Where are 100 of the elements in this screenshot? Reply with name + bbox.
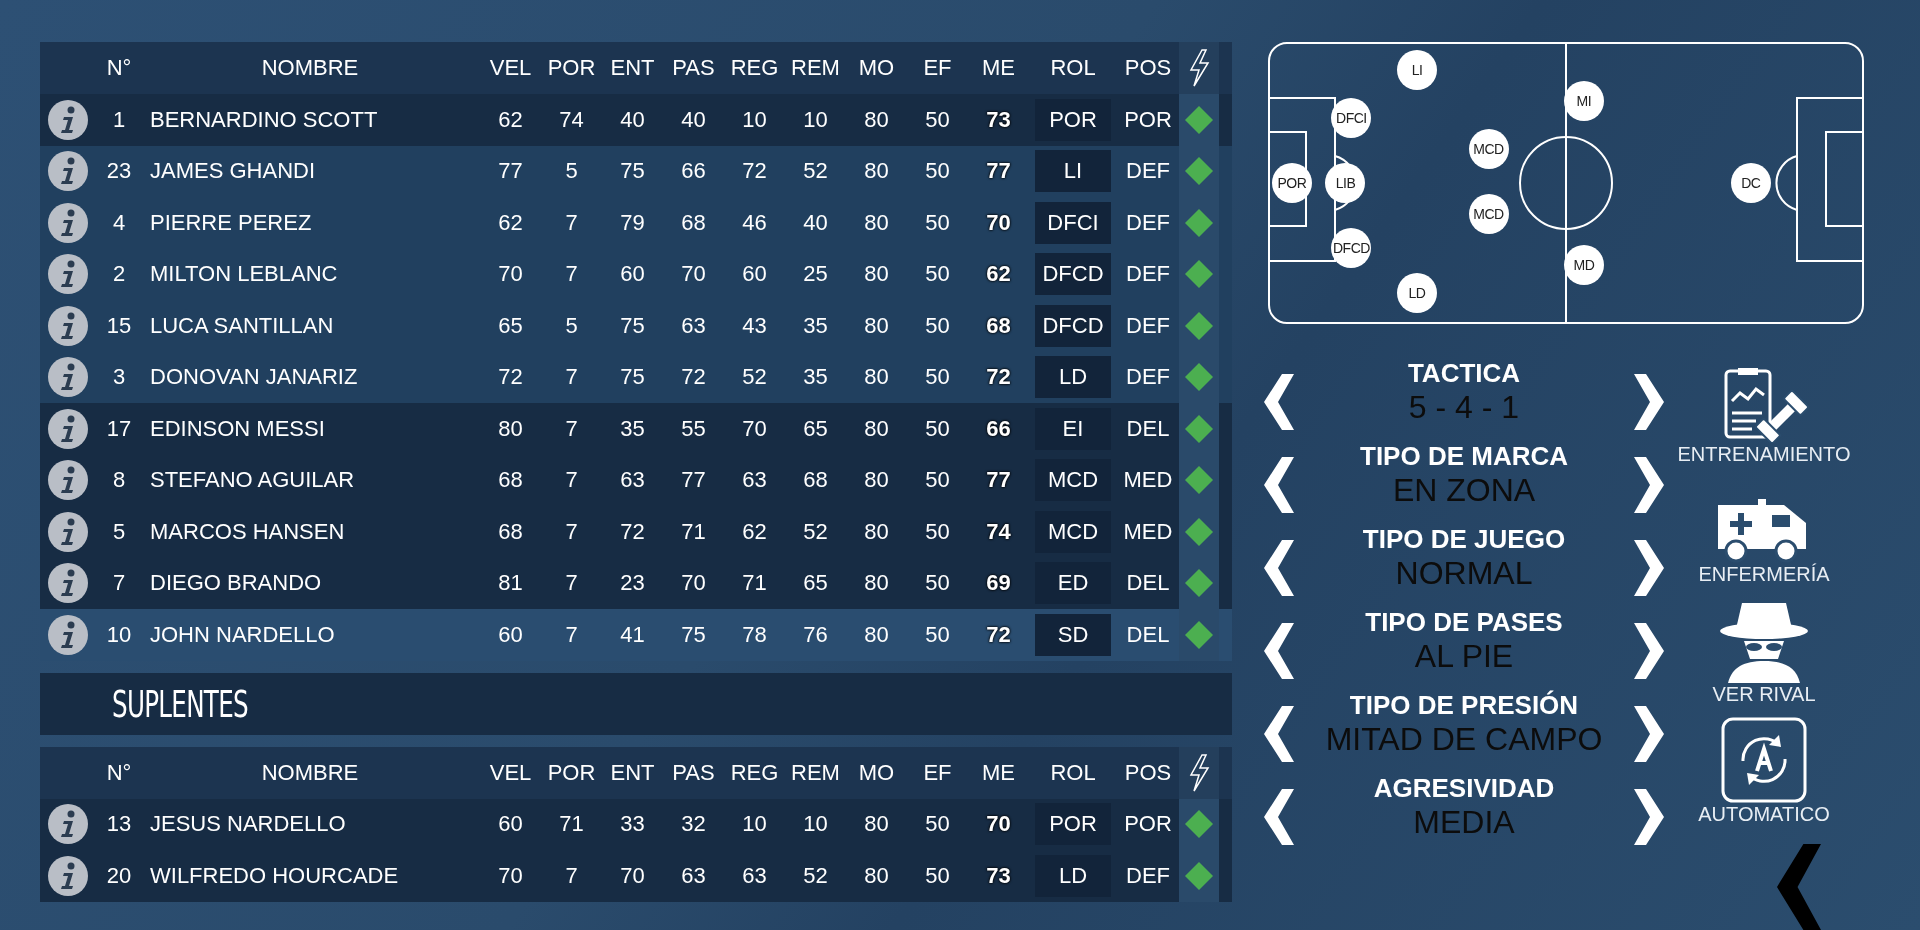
player-row[interactable]: 13 JESUS NARDELLO 60 71 33 32 10 10 80 50 70 POR POR — [40, 798, 1232, 850]
player-row[interactable]: 23 JAMES GHANDI 77 5 75 66 72 52 80 50 77 LI DEF — [40, 145, 1232, 197]
role-cell: EI — [1035, 407, 1111, 450]
setting-value: AL PIE — [1414, 637, 1514, 675]
next-button[interactable] — [1634, 622, 1664, 679]
info-button[interactable] — [48, 614, 88, 655]
player-marker[interactable]: MCD — [1468, 194, 1509, 234]
previous-button[interactable] — [1264, 622, 1294, 679]
table-cell-text: 40 — [680, 106, 707, 133]
info-button[interactable] — [48, 357, 88, 398]
table-cell-text: 80 — [863, 811, 890, 838]
table-cell-text: 8 — [111, 467, 127, 494]
table-cell-text: 75 — [619, 158, 646, 185]
table-cell-text: 80 — [863, 106, 890, 133]
player-row[interactable]: 1 BERNARDINO SCOTT 62 74 40 40 10 10 80 50 73 POR POR — [40, 94, 1232, 146]
player-row[interactable]: 3 DONOVAN JANARIZ 72 7 75 72 52 35 80 50 72 LD DEF — [40, 351, 1232, 403]
player-row[interactable]: 20 WILFREDO HOURCADE 70 7 70 63 63 52 80 50 73 LD DEF — [40, 850, 1232, 902]
diamond-icon — [1184, 568, 1214, 599]
player-marker[interactable]: POR — [1271, 163, 1312, 203]
overall-rating: 72 — [985, 621, 1012, 648]
overall-rating: 77 — [985, 467, 1012, 494]
table-cell-text: 7 — [564, 209, 579, 236]
table-cell-text: 72 — [741, 158, 768, 185]
table-cell-text: 80 — [863, 467, 890, 494]
table-cell-text: 60 — [619, 261, 646, 288]
next-button[interactable] — [1634, 373, 1664, 430]
info-button[interactable] — [48, 254, 88, 295]
player-marker[interactable]: MD — [1563, 244, 1604, 285]
action-button[interactable]: ENTRENAMIENTO — [1677, 350, 1851, 470]
table-cell-text: 71 — [741, 570, 768, 597]
table-cell-text: 7 — [564, 518, 579, 545]
info-button[interactable] — [48, 460, 88, 501]
player-row[interactable]: 7 DIEGO BRANDO 81 7 23 70 71 65 80 50 69 ED DEL — [40, 557, 1232, 609]
table-cell-text: DEF — [1125, 158, 1171, 185]
player-row[interactable]: 17 EDINSON MESSI 80 7 35 55 70 65 80 50 66 EI DEL — [40, 403, 1232, 455]
next-button[interactable] — [1634, 788, 1664, 845]
next-button[interactable] — [1634, 705, 1664, 762]
previous-button[interactable] — [1264, 373, 1294, 430]
table-cell-text: 68 — [802, 467, 829, 494]
previous-button[interactable] — [1264, 788, 1294, 845]
table-cell-text: 33 — [619, 811, 646, 838]
diamond-icon — [1184, 310, 1214, 341]
table-cell-text: 46 — [741, 209, 768, 236]
table-cell-text: 50 — [924, 811, 951, 838]
role-cell: ED — [1035, 562, 1111, 605]
player-row[interactable]: 5 MARCOS HANSEN 68 7 72 71 62 52 80 50 74 MCD MED — [40, 506, 1232, 558]
table-cell-text: 65 — [497, 312, 524, 339]
info-button[interactable] — [48, 99, 88, 140]
action-button[interactable]: VER RIVAL — [1712, 590, 1816, 710]
player-marker[interactable]: LI — [1397, 50, 1437, 91]
table-cell-text: 7 — [564, 467, 579, 494]
info-button[interactable] — [48, 563, 88, 604]
player-marker[interactable]: LD — [1397, 272, 1437, 313]
table-cell-text: 52 — [802, 518, 829, 545]
player-row[interactable]: 2 MILTON LEBLANC 70 7 60 70 60 25 80 50 62 DFCD DEF — [40, 248, 1232, 300]
info-button[interactable] — [48, 408, 88, 449]
info-button[interactable] — [48, 151, 88, 192]
table-cell-text: 41 — [619, 621, 646, 648]
player-marker[interactable]: MI — [1563, 81, 1604, 122]
previous-button[interactable] — [1264, 539, 1294, 596]
table-cell-text: 25 — [802, 261, 829, 288]
info-button[interactable] — [48, 305, 88, 346]
table-cell-text: 68 — [497, 467, 524, 494]
setting-value: NORMAL — [1395, 554, 1533, 592]
setting-label: TIPO DE JUEGO — [1362, 523, 1566, 555]
next-button[interactable] — [1634, 456, 1664, 513]
table-cell-text: 5 — [111, 518, 127, 545]
table-cell-text: POR — [1123, 106, 1173, 133]
player-row[interactable]: 15 LUCA SANTILLAN 65 5 75 63 43 35 80 50 68 DFCD DEF — [40, 300, 1232, 352]
overall-rating: 62 — [985, 261, 1012, 288]
table-cell-text: 5 — [564, 158, 579, 185]
player-marker[interactable]: DFCI — [1331, 98, 1372, 139]
column-header: POR — [546, 55, 597, 81]
player-row[interactable]: 4 PIERRE PEREZ 62 7 79 68 46 40 80 50 70 DFCI DEF — [40, 197, 1232, 249]
table-cell-text: 50 — [924, 158, 951, 185]
action-button[interactable]: ENFERMERÍA — [1698, 470, 1830, 590]
table-cell-text: 70 — [680, 261, 707, 288]
table-cell-text: 4 — [111, 209, 127, 236]
action-button[interactable]: AUTOMATICO — [1698, 710, 1830, 830]
info-button[interactable] — [48, 511, 88, 552]
info-button[interactable] — [48, 855, 88, 896]
table-cell-text: 7 — [564, 862, 579, 889]
previous-button[interactable] — [1264, 456, 1294, 513]
player-marker[interactable]: DC — [1730, 163, 1771, 203]
role-cell: DFCI — [1035, 201, 1111, 244]
next-button[interactable] — [1634, 539, 1664, 596]
column-header: NOMBRE — [260, 759, 360, 786]
chevron-left-icon — [1777, 844, 1821, 930]
table-cell-text: 68 — [497, 518, 524, 545]
table-cell-text: 50 — [924, 518, 951, 545]
table-cell-text: 7 — [111, 570, 127, 597]
player-marker[interactable]: DFCD — [1331, 227, 1372, 268]
info-button[interactable] — [48, 202, 88, 243]
player-marker[interactable]: MCD — [1468, 129, 1509, 170]
player-row[interactable]: 8 STEFANO AGUILAR 68 7 63 77 63 68 80 50 77 MCD MED — [40, 454, 1232, 506]
player-marker[interactable]: LIB — [1325, 163, 1366, 203]
previous-button[interactable] — [1264, 705, 1294, 762]
role-cell: DFCD — [1035, 304, 1111, 347]
player-row[interactable]: 10 JOHN NARDELLO 60 7 41 75 78 76 80 50 72 SD DEL — [40, 609, 1232, 661]
info-button[interactable] — [48, 804, 88, 845]
